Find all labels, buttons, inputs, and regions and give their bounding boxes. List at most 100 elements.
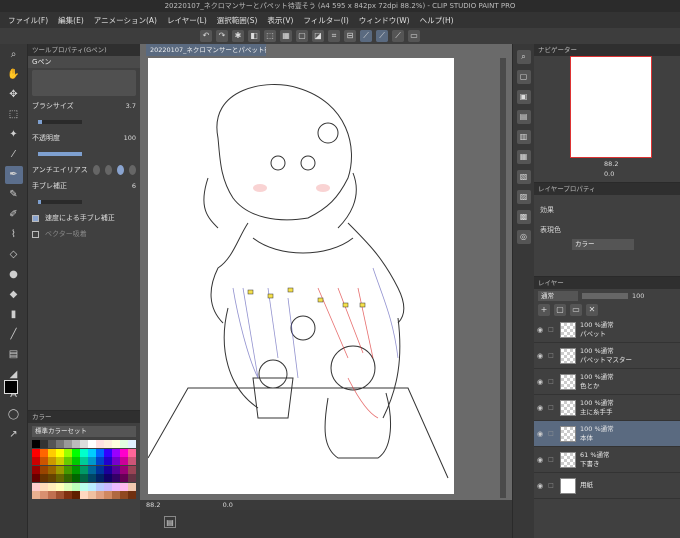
new-vector-layer-icon[interactable]: ▢ [554,304,566,316]
menu-window[interactable]: ウィンドウ(W) [359,15,410,26]
balloon-icon[interactable]: ◯ [5,406,23,424]
color-swatch[interactable] [32,465,40,474]
menu-selection[interactable]: 選択範囲(S) [217,15,258,26]
color-swatch[interactable] [120,448,128,457]
pencil-icon[interactable]: ✎ [5,186,23,204]
color-swatch[interactable] [80,482,88,491]
menu-filter[interactable]: フィルター(I) [303,15,348,26]
color-swatch[interactable] [104,491,112,499]
color-swatch[interactable] [64,482,72,491]
color-swatch[interactable] [80,491,88,499]
menu-file[interactable]: ファイル(F) [8,15,48,26]
color-circle-icon[interactable]: ◎ [516,230,531,244]
snap-ruler-icon[interactable]: ⊟ [344,30,356,42]
navigator-preview[interactable] [570,56,652,158]
color-swatch[interactable] [128,482,136,491]
navigator-angle[interactable]: 0.0 [604,170,614,178]
layer-row[interactable]: ◉ □ 100 %通常 パペット [534,317,680,343]
color-swatch[interactable] [104,465,112,474]
color-swatch[interactable] [112,457,120,465]
color-swatch[interactable] [88,491,96,499]
brush-size-row[interactable]: ブラシサイズ 3.7 [28,98,140,114]
color-swatch[interactable] [88,482,96,491]
antialias-weak[interactable] [104,165,112,175]
color-swatch[interactable] [56,465,64,474]
color-swatch[interactable] [32,448,40,457]
color-swatch[interactable] [88,448,96,457]
blend-icon[interactable]: ● [5,266,23,284]
brush-size-slider[interactable] [38,120,82,124]
lasso-icon[interactable]: ✦ [5,126,23,144]
color-swatch[interactable] [80,457,88,465]
color-swatch[interactable] [40,474,48,482]
selection-icon[interactable]: ⬚ [5,106,23,124]
crop-icon[interactable]: ⌗ [328,30,340,42]
sub-tool-icon[interactable]: ▢ [516,70,531,84]
color-swatch[interactable] [64,457,72,465]
brush-icon[interactable]: ✐ [5,206,23,224]
color-swatch[interactable] [40,457,48,465]
redo-icon[interactable]: ↷ [216,30,228,42]
color-swatch[interactable] [96,482,104,491]
color-swatch[interactable] [80,440,88,448]
color-swatch[interactable] [56,440,64,448]
color-swatch[interactable] [80,448,88,457]
canvas-tab[interactable]: 20220107_ネクロマンサーとパペット待壹そう [146,44,266,56]
color-swatch[interactable] [120,491,128,499]
search-icon[interactable]: ⌕ [516,50,531,64]
color-swatch[interactable] [96,491,104,499]
color-swatch[interactable] [112,448,120,457]
color-swatch[interactable] [32,457,40,465]
color-swatch[interactable] [48,457,56,465]
color-swatch[interactable] [64,448,72,457]
color-swatch[interactable] [40,448,48,457]
color-swatch[interactable] [72,491,80,499]
lock-icon[interactable]: □ [546,404,556,411]
gradient-icon[interactable]: ▮ [5,306,23,324]
color-swatch[interactable] [128,474,136,482]
color-swatch[interactable] [80,474,88,482]
antialias-medium[interactable] [116,165,124,175]
hand-icon[interactable]: ✋ [5,66,23,84]
show-grid-icon[interactable]: ⟋ [392,30,404,42]
speed-stabilization-row[interactable]: 速度による手ブレ補正 [28,210,140,226]
color-swatch[interactable] [120,465,128,474]
color-swatch[interactable] [96,440,104,448]
auto-action-icon[interactable]: ▦ [516,150,531,164]
color-swatch[interactable] [72,482,80,491]
history-icon[interactable]: ▥ [516,130,531,144]
item-bank-icon[interactable]: ▧ [516,170,531,184]
layer-opacity-value[interactable]: 100 [632,292,644,300]
zoom-icon[interactable]: ⌕ [5,46,23,64]
deselect-icon[interactable]: ▢ [296,30,308,42]
color-swatch[interactable] [64,440,72,448]
color-swatch[interactable] [128,465,136,474]
color-swatch[interactable] [120,474,128,482]
opacity-slider-row[interactable] [28,146,140,162]
lock-icon[interactable]: □ [546,352,556,359]
color-swatch[interactable] [88,440,96,448]
color-swatch[interactable] [96,448,104,457]
color-swatch[interactable] [104,440,112,448]
layer-row[interactable]: ◉ □ 61 %通常 下書き [534,447,680,473]
antialias-none[interactable] [92,165,100,175]
color-swatch[interactable] [128,457,136,465]
color-swatch[interactable] [72,465,80,474]
color-swatch[interactable] [120,482,128,491]
transform-icon[interactable]: ⬚ [264,30,276,42]
speed-stabilization-checkbox[interactable] [32,214,39,222]
color-swatch[interactable] [80,465,88,474]
color-swatch[interactable] [96,474,104,482]
navigator-zoom[interactable]: 88.2 [604,160,618,168]
color-swatch[interactable] [48,448,56,457]
eye-icon[interactable]: ◉ [534,378,546,386]
color-swatch[interactable] [48,474,56,482]
eye-icon[interactable]: ◉ [534,326,546,334]
clear-icon[interactable]: ✱ [232,30,244,42]
menu-edit[interactable]: 編集(E) [58,15,84,26]
color-swatch[interactable] [56,482,64,491]
color-set-tab[interactable]: カラー [28,411,140,423]
new-folder-icon[interactable]: ▭ [570,304,582,316]
color-swatch[interactable] [96,465,104,474]
color-swatch[interactable] [96,457,104,465]
